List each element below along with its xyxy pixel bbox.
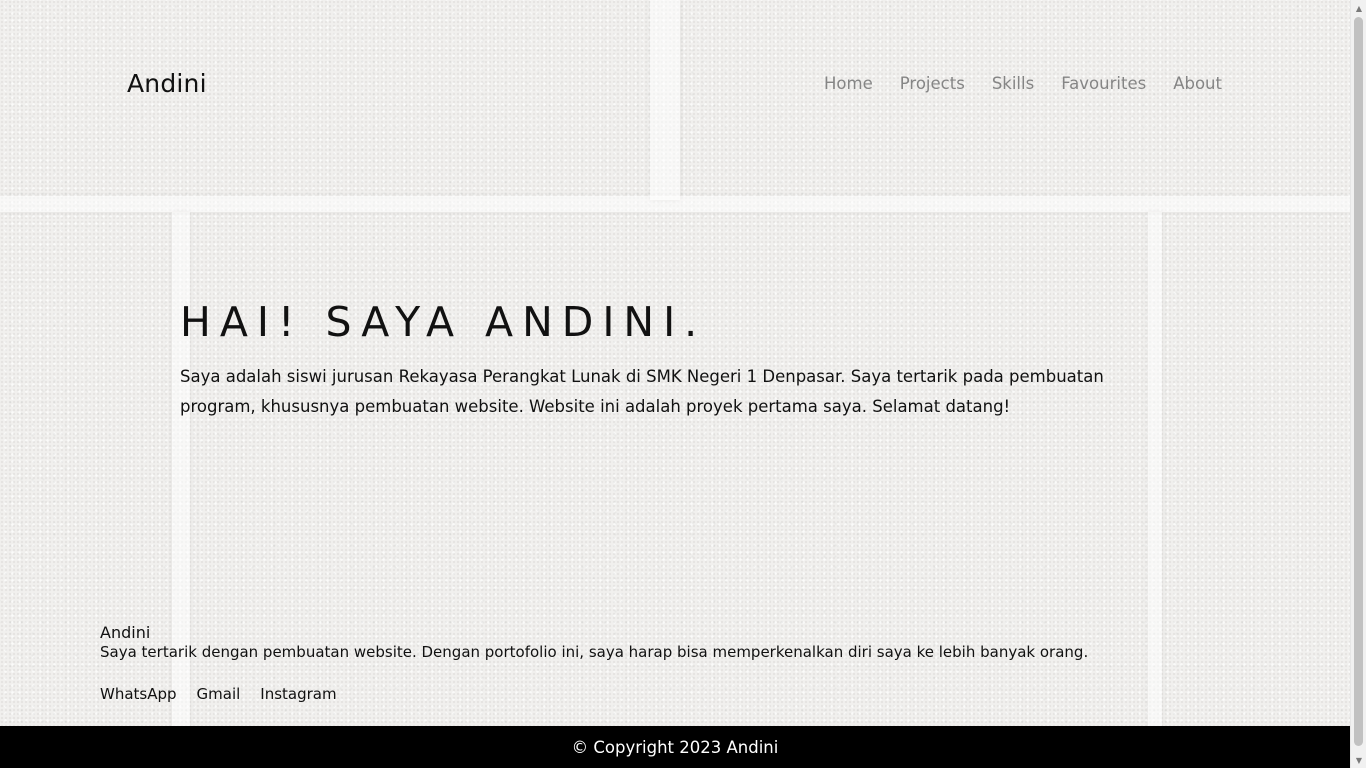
nav-links: Home Projects Skills Favourites About (824, 74, 1222, 93)
footer-title: Andini (100, 623, 151, 642)
footer-link-whatsapp[interactable]: WhatsApp (100, 685, 177, 703)
brand-logo-link[interactable]: Andini (127, 69, 207, 98)
vertical-scrollbar[interactable]: ▲ ▼ (1350, 0, 1366, 768)
nav-link-skills[interactable]: Skills (992, 74, 1034, 93)
scroll-up-arrow-icon[interactable]: ▲ (1351, 0, 1366, 16)
nav-link-home[interactable]: Home (824, 74, 873, 93)
copyright-text: © Copyright 2023 Andini (571, 737, 779, 757)
footer-description: Saya tertarik dengan pembuatan website. … (100, 643, 1089, 661)
navbar: Andini Home Projects Skills Favourites A… (127, 60, 1222, 106)
nav-item-home: Home (824, 74, 873, 93)
hero-section: HAI! SAYA ANDINI. Saya adalah siswi juru… (180, 296, 1180, 422)
footer-link-instagram[interactable]: Instagram (260, 685, 336, 703)
nav-link-favourites[interactable]: Favourites (1061, 74, 1146, 93)
hero-description: Saya adalah siswi jurusan Rekayasa Peran… (180, 367, 1104, 416)
scrollbar-thumb[interactable] (1354, 17, 1363, 746)
footer-links: WhatsApp Gmail Instagram (100, 685, 1200, 703)
nav-item-about: About (1173, 74, 1222, 93)
nav-link-about[interactable]: About (1173, 74, 1222, 93)
nav-item-skills: Skills (992, 74, 1034, 93)
wall-mortar-line (0, 196, 1350, 212)
copyright-bar: © Copyright 2023 Andini (0, 726, 1350, 768)
footer-info: Andini Saya tertarik dengan pembuatan we… (100, 623, 1200, 703)
scroll-down-arrow-icon[interactable]: ▼ (1351, 752, 1366, 768)
nav-item-favourites: Favourites (1061, 74, 1146, 93)
footer-link-gmail[interactable]: Gmail (197, 685, 241, 703)
hero-title: HAI! SAYA ANDINI. (180, 298, 707, 346)
nav-item-projects: Projects (900, 74, 965, 93)
nav-link-projects[interactable]: Projects (900, 74, 965, 93)
